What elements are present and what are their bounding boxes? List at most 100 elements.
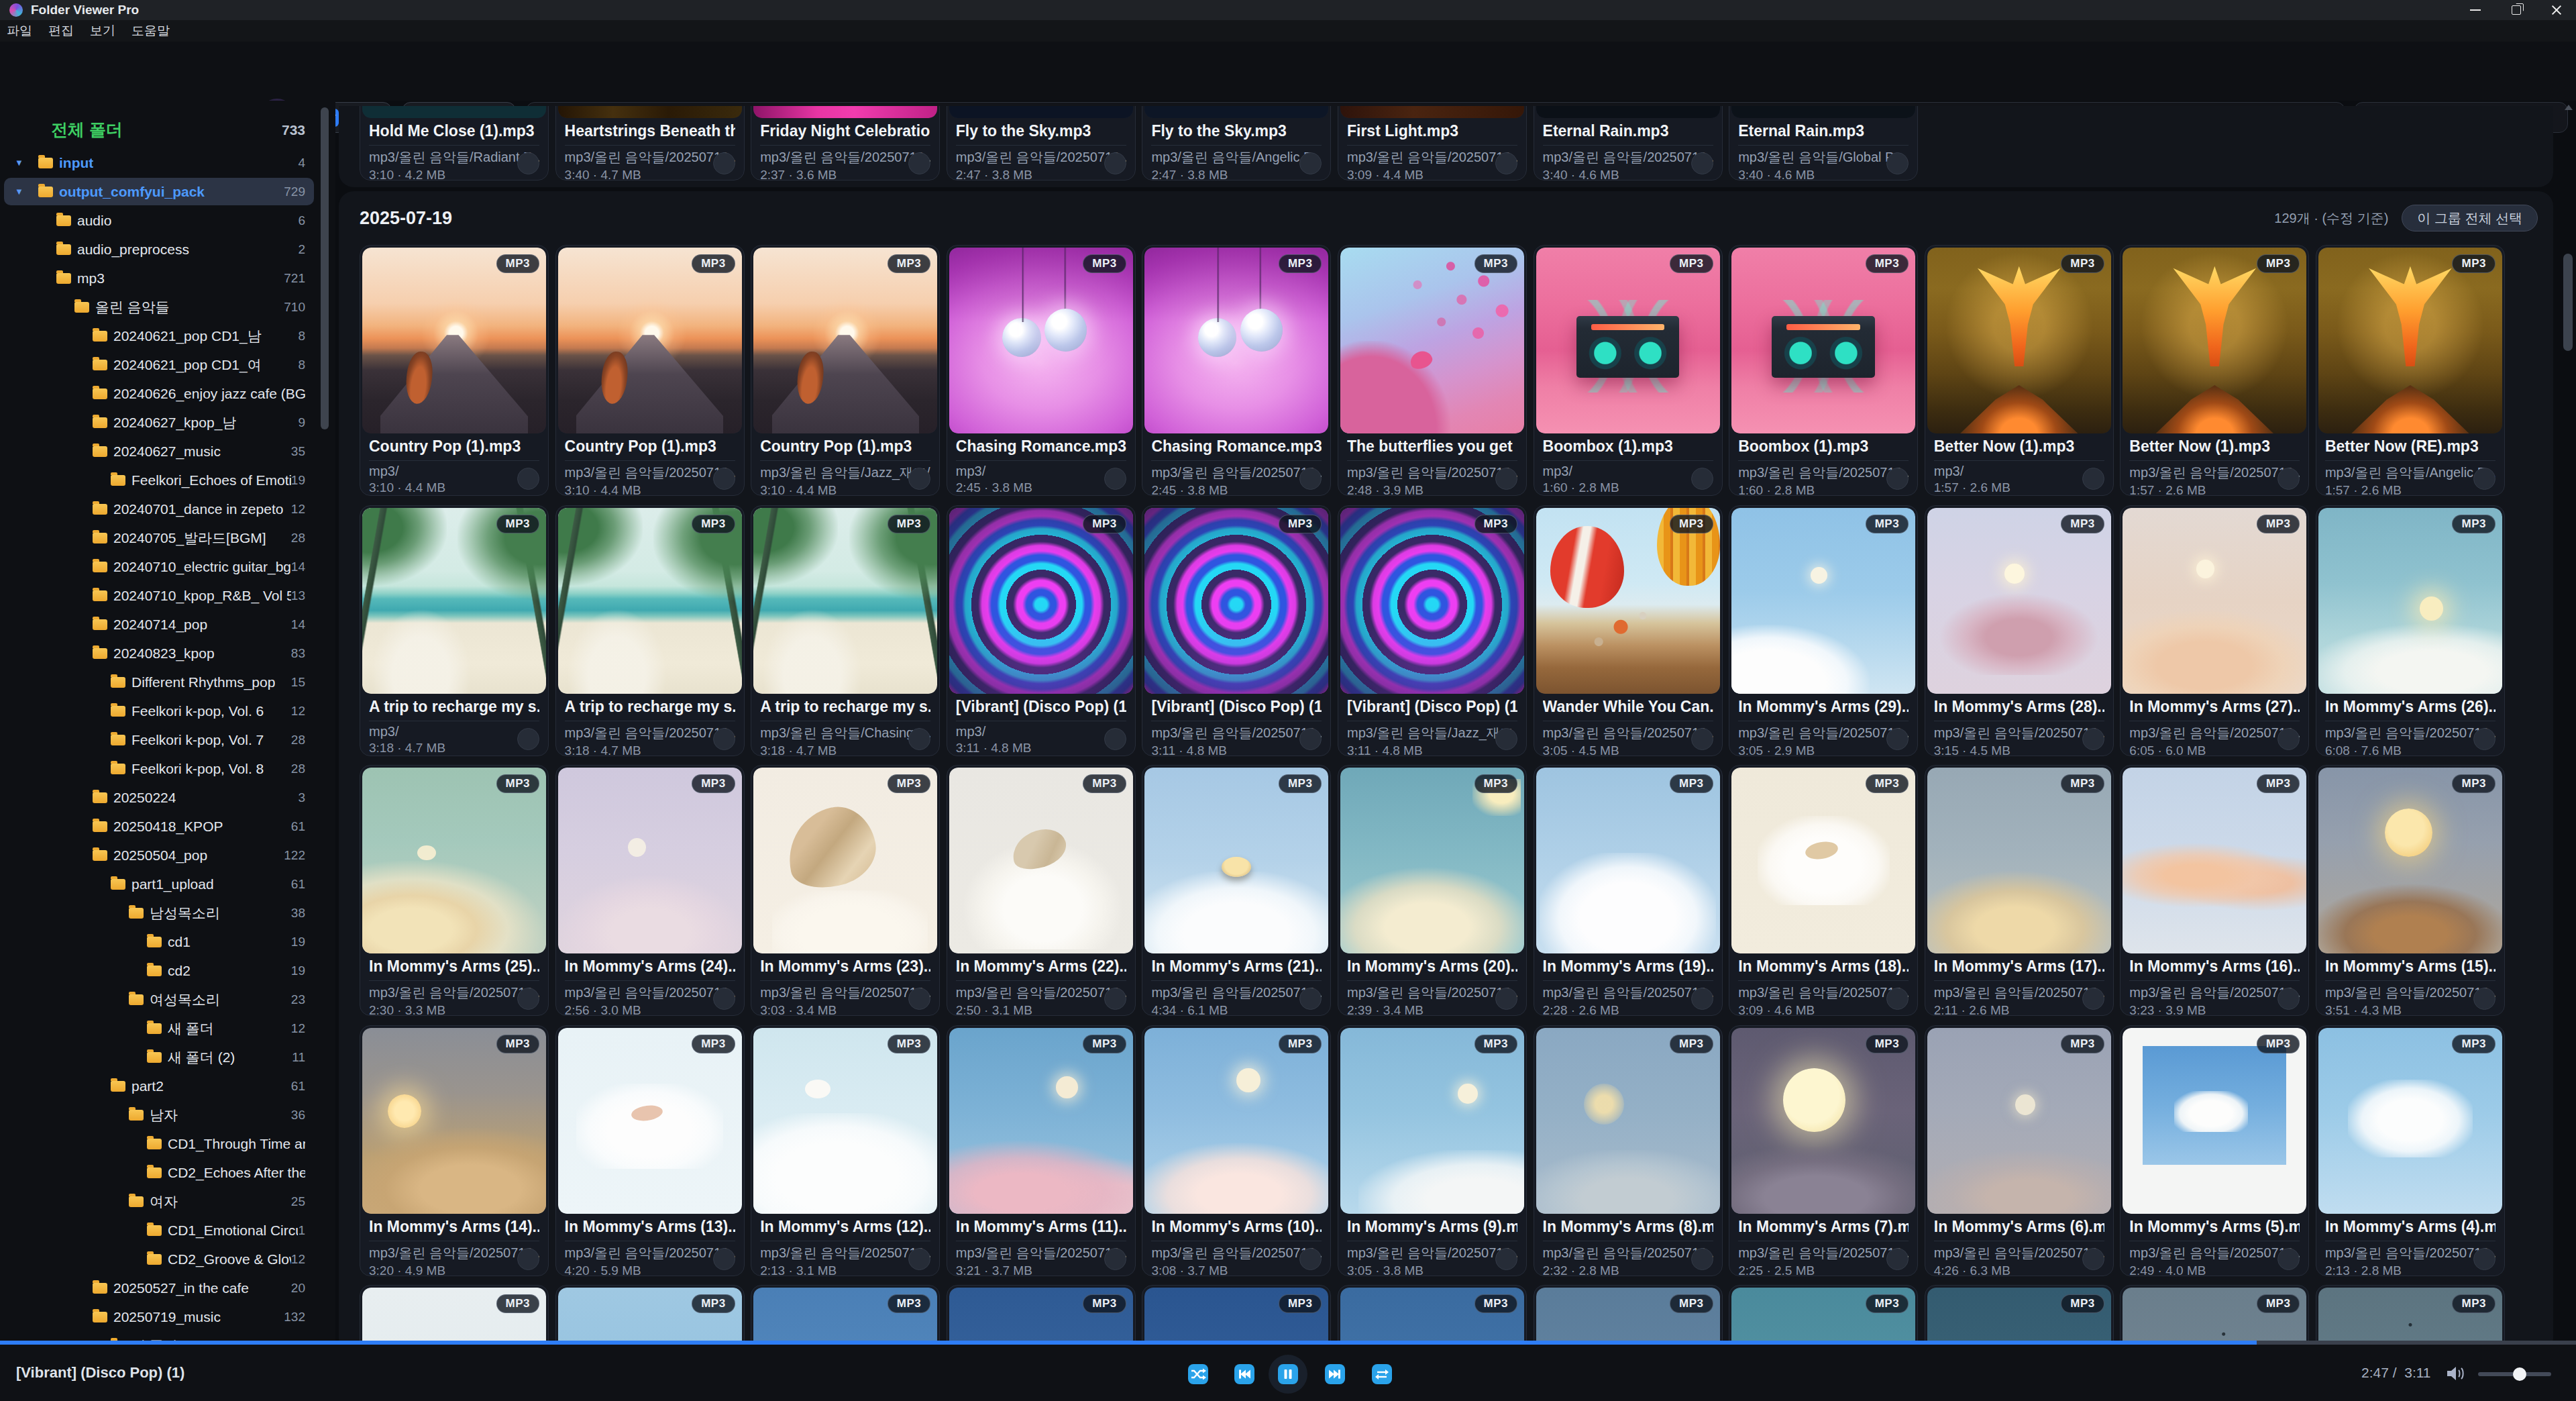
sidebar-folder-row[interactable]: 남자36 — [0, 1100, 335, 1129]
sidebar-folder-row[interactable]: CD2_Echoes After the Ch — [0, 1158, 335, 1187]
file-card[interactable]: MP3In Mommy's Arms (10)....mp3/올린 음악들/20… — [1142, 1025, 1331, 1276]
file-card[interactable]: MP3In Mommy's Arms (12)....mp3/올린 음악들/20… — [751, 1025, 940, 1276]
sidebar-folder-row[interactable]: 전체 폴더733 — [0, 115, 335, 144]
sidebar-folder-row[interactable]: mp3721 — [0, 264, 335, 293]
file-card[interactable]: MP3 — [555, 1285, 745, 1341]
file-card[interactable]: MP3Chasing Romance.mp3mp3/올린 음악들/2025071… — [1142, 245, 1331, 496]
file-card[interactable]: MP3Boombox (1).mp3mp3/1:60 · 2.8 MB — [1534, 245, 1723, 496]
card-action-button[interactable] — [1495, 1248, 1517, 1270]
file-card[interactable]: MP3In Mommy's Arms (15)....mp3/올린 음악들/20… — [2316, 765, 2505, 1016]
file-card[interactable]: MP3In Mommy's Arms (22)....mp3/올린 음악들/20… — [947, 765, 1136, 1016]
card-action-button[interactable] — [2277, 1248, 2300, 1270]
sidebar-folder-row[interactable]: audio6 — [0, 206, 335, 235]
menu-item[interactable]: 편집 — [48, 22, 74, 40]
sidebar-folder-row[interactable]: 새 폴더 (2)11 — [0, 1043, 335, 1072]
file-card[interactable]: MP3The butterflies you get ...mp3/올린 음악들… — [1338, 245, 1527, 496]
file-card[interactable]: MP3Friday Night Celebratio...mp3/올린 음악들/… — [751, 106, 940, 180]
file-card[interactable]: MP3In Mommy's Arms (28)....mp3/올린 음악들/20… — [1925, 505, 2114, 756]
menu-item[interactable]: 파일 — [7, 22, 32, 40]
file-card[interactable]: MP3[Vibrant] (Disco Pop) (1)...mp3/올린 음악… — [1142, 505, 1331, 756]
file-card[interactable]: MP3A trip to recharge my s...mp3/올린 음악들/… — [555, 505, 745, 756]
expand-arrow-icon[interactable]: ▼ — [15, 158, 23, 168]
sidebar-folder-row[interactable]: 20240621_pop CD1_여8 — [0, 350, 335, 379]
sidebar-folder-row[interactable]: 20240710_electric guitar_bgm14 — [0, 552, 335, 581]
file-card[interactable]: MP3Country Pop (1).mp3mp3/올린 음악들/2025071… — [555, 245, 745, 496]
file-card[interactable]: MP3In Mommy's Arms (7).m...mp3/올린 음악들/20… — [1729, 1025, 1918, 1276]
sidebar-folder-row[interactable]: Feelkori k-pop, Vol. 612 — [0, 696, 335, 725]
file-card[interactable]: MP3 — [1925, 1285, 2114, 1341]
file-card[interactable]: MP3 — [1729, 1285, 1918, 1341]
file-card[interactable]: MP3 — [947, 1285, 1136, 1341]
sidebar-folder-row[interactable]: Feelkori k-pop, Vol. 828 — [0, 754, 335, 783]
file-card[interactable]: MP3In Mommy's Arms (24)....mp3/올린 음악들/20… — [555, 765, 745, 1016]
file-card[interactable]: MP3First Light.mp3mp3/올린 음악들/20250719...… — [1338, 106, 1527, 180]
card-action-button[interactable] — [2473, 728, 2496, 750]
sidebar-folder-row[interactable]: 20250504_pop122 — [0, 841, 335, 870]
sidebar-folder-row[interactable]: Feelkori k-pop, Vol. 728 — [0, 725, 335, 754]
sidebar-folder-row[interactable]: 20240823_kpop83 — [0, 639, 335, 668]
file-card[interactable]: MP3Fly to the Sky.mp3mp3/올린 음악들/20250719… — [947, 106, 1136, 180]
card-action-button[interactable] — [1495, 988, 1517, 1010]
card-action-button[interactable] — [2473, 468, 2496, 490]
card-action-button[interactable] — [517, 152, 539, 174]
sidebar-folder-row[interactable]: Feelkori_Echoes of Emotion19 — [0, 466, 335, 495]
sidebar-folder-row[interactable]: Different Rhythms_pop15 — [0, 668, 335, 696]
card-action-button[interactable] — [713, 728, 735, 750]
file-card[interactable]: MP3In Mommy's Arms (4).m...mp3/올린 음악들/20… — [2316, 1025, 2505, 1276]
sidebar-folder-row[interactable]: 20240621_pop CD1_남8 — [0, 321, 335, 350]
file-card[interactable]: MP3In Mommy's Arms (17)....mp3/올린 음악들/20… — [1925, 765, 2114, 1016]
file-card[interactable]: MP3In Mommy's Arms (8).m...mp3/올린 음악들/20… — [1534, 1025, 1723, 1276]
file-card[interactable]: MP3In Mommy's Arms (27)....mp3/올린 음악들/20… — [2120, 505, 2309, 756]
card-action-button[interactable] — [1691, 152, 1713, 174]
file-card[interactable]: MP3Better Now (1).mp3mp3/올린 음악들/20250719… — [2120, 245, 2309, 496]
file-card[interactable]: MP3 — [751, 1285, 940, 1341]
main-scrollbar[interactable] — [2563, 101, 2573, 1341]
card-action-button[interactable] — [908, 468, 930, 490]
card-action-button[interactable] — [1495, 152, 1517, 174]
card-action-button[interactable] — [2082, 1248, 2104, 1270]
file-card[interactable]: MP3In Mommy's Arms (5).m...mp3/올린 음악들/20… — [2120, 1025, 2309, 1276]
file-card[interactable]: MP3Eternal Rain.mp3mp3/올린 음악들/20250719..… — [1534, 106, 1723, 180]
file-card[interactable]: MP3 — [1338, 1285, 1527, 1341]
sidebar-folder-row[interactable]: 새 폴더 — [0, 1331, 335, 1341]
card-action-button[interactable] — [2082, 468, 2104, 490]
sidebar-folder-row[interactable]: CD1_Emotional Circuits1 — [0, 1216, 335, 1245]
sidebar-folder-row[interactable]: 202502243 — [0, 783, 335, 812]
card-action-button[interactable] — [2473, 1248, 2496, 1270]
card-action-button[interactable] — [1886, 728, 1909, 750]
maximize-button[interactable] — [2496, 0, 2536, 20]
card-action-button[interactable] — [517, 988, 539, 1010]
volume-icon[interactable] — [2445, 1363, 2467, 1386]
sidebar-folder-row[interactable]: 20240627_music35 — [0, 437, 335, 466]
card-action-button[interactable] — [517, 468, 539, 490]
sidebar-folder-row[interactable]: 여자25 — [0, 1187, 335, 1216]
card-action-button[interactable] — [517, 1248, 539, 1270]
card-action-button[interactable] — [713, 988, 735, 1010]
sidebar-folder-row[interactable]: cd119 — [0, 927, 335, 956]
file-card[interactable]: MP3Eternal Rain.mp3mp3/올린 음악들/Global Po.… — [1729, 106, 1918, 180]
sidebar-folder-row[interactable]: 20240714_pop14 — [0, 610, 335, 639]
file-card[interactable]: MP3In Mommy's Arms (21)....mp3/올린 음악들/20… — [1142, 765, 1331, 1016]
sidebar-folder-row[interactable]: 20240701_dance in zepeto12 — [0, 495, 335, 523]
select-group-button[interactable]: 이 그룹 전체 선택 — [2402, 205, 2538, 231]
card-action-button[interactable] — [2082, 728, 2104, 750]
sidebar-folder-row[interactable]: cd219 — [0, 956, 335, 985]
repeat-button[interactable] — [1372, 1364, 1392, 1384]
file-card[interactable]: MP3In Mommy's Arms (16)....mp3/올린 음악들/20… — [2120, 765, 2309, 1016]
file-card[interactable]: MP3[Vibrant] (Disco Pop) (1)...mp3/올린 음악… — [1338, 505, 1527, 756]
file-card[interactable]: MP3In Mommy's Arms (23)....mp3/올린 음악들/20… — [751, 765, 940, 1016]
card-action-button[interactable] — [1886, 988, 1909, 1010]
card-action-button[interactable] — [908, 152, 930, 174]
card-action-button[interactable] — [1691, 728, 1713, 750]
file-card[interactable]: MP3In Mommy's Arms (13)....mp3/올린 음악들/20… — [555, 1025, 745, 1276]
card-action-button[interactable] — [1886, 468, 1909, 490]
sidebar-folder-row[interactable]: 20240626_enjoy jazz cafe (BGM) — [0, 379, 335, 408]
file-card[interactable]: MP3In Mommy's Arms (26)....mp3/올린 음악들/20… — [2316, 505, 2505, 756]
file-card[interactable]: MP3In Mommy's Arms (29)....mp3/올린 음악들/20… — [1729, 505, 1918, 756]
card-action-button[interactable] — [1691, 988, 1713, 1010]
menu-item[interactable]: 도움말 — [131, 22, 170, 40]
sidebar-folder-row[interactable]: ▼input4 — [0, 148, 335, 177]
sidebar-folder-row[interactable]: 20250418_KPOP61 — [0, 812, 335, 841]
file-card[interactable]: MP3Country Pop (1).mp3mp3/올린 음악들/Jazz_재즈… — [751, 245, 940, 496]
sidebar-folder-row[interactable]: part261 — [0, 1072, 335, 1100]
